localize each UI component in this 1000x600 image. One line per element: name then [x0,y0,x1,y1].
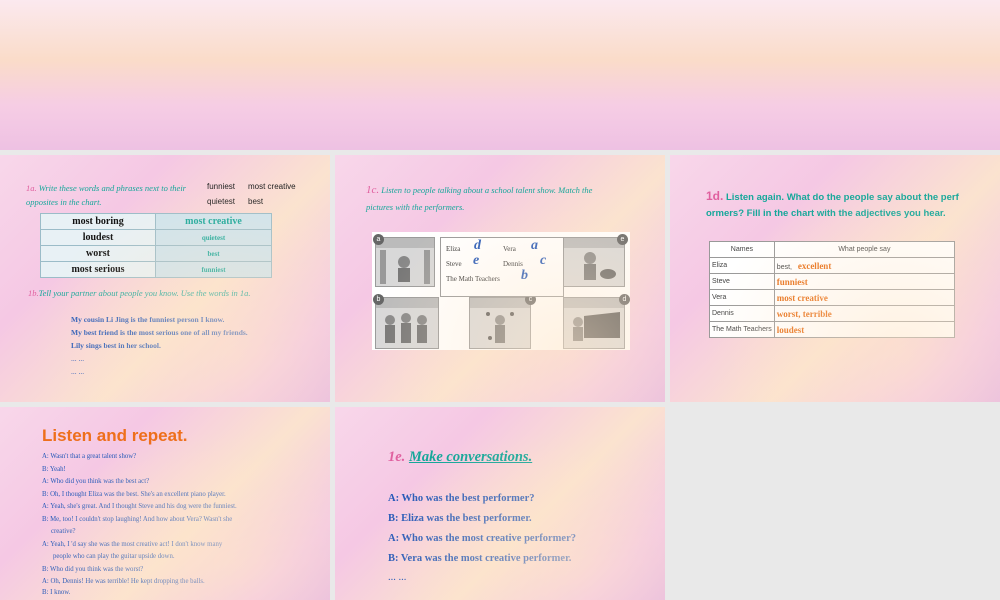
dialogue-line: B: Me, too! I couldn't stop laughing! An… [42,515,233,523]
answer-text: funniest [776,276,808,287]
dialogue-line: A: Who did you think was the best act? [42,478,150,485]
example-sentence: My best friend is the most serious one o… [71,328,248,337]
instruction-line: Tell your partner about people you know.… [38,288,251,298]
opposites-table: most boring most creative loudest quietest… [40,213,272,278]
dialogue-line: A: Oh, Dennis! He was terrible! He kept … [42,578,205,585]
slide-1c[interactable]: 1c. Listen to people talking about a sch… [335,155,665,402]
word-bank-item: funniest [207,182,236,191]
match-answer: d [474,238,481,253]
name-cell: Vera [709,289,775,306]
match-answer: b [521,268,528,283]
dialogue-line: people who can play the guitar upside do… [53,553,175,560]
name-cell: The Math Teachers [709,321,775,338]
answer-text: most creative [776,292,828,303]
picture-c [469,297,531,349]
slide-1a[interactable]: 1a. Write these words and phrases next t… [0,155,330,402]
example-sentence: ... ... [71,367,85,376]
conversation-line: A: Who was the most creative performer? [388,533,576,544]
slide-listen-repeat[interactable]: Listen and repeat. A: Wasn't that a grea… [0,407,330,600]
match-answer: a [531,238,538,253]
slide-1d[interactable]: 1d. Listen again. What do the people say… [670,155,1000,402]
instruction-line: Listen to people talking about a school … [381,185,593,195]
conversation-line: A: Who was the best performer? [388,493,535,504]
dialogue-line: creative? [51,528,76,535]
picture-label: a [373,234,384,245]
table-cell: most boring [40,213,156,230]
performer-name: Dennis [503,260,523,268]
instruction-1d: 1d. Listen again. What do the people say… [706,188,959,222]
exercise-number: 1a. [26,183,37,193]
picture-label: e [617,234,628,245]
conversation-line: B: Eliza was the best performer. [388,513,532,524]
slide-title: Listen and repeat. [42,426,188,445]
match-answer: c [540,253,547,268]
word-bank-item: most creative [248,182,296,191]
instruction-line: Listen again. What do the people say abo… [725,192,959,203]
conversation-line: ... ... [388,572,407,583]
table-cell: loudest [40,229,156,246]
table-cell: most serious [40,261,156,278]
performer-name: Vera [503,245,516,253]
name-cell: Eliza [709,257,775,274]
table-cell: funniest [155,261,272,278]
picture-e [563,237,625,287]
dialogue-line: B: Oh, I thought Eliza was the best. She… [42,490,226,498]
column-header: What people say [773,241,956,258]
slide-title: 1e. Make conversations. [388,449,532,466]
instruction-line: opposites in the chart. [26,197,102,207]
exercise-number: 1d. [706,189,724,203]
dialogue-line: B: Yeah! [42,465,66,473]
answer-text: excellent [797,260,832,271]
exercise-number: 1c. [366,184,380,196]
picture-label: d [619,294,630,305]
name-cell: Dennis [709,305,775,322]
instruction-line: pictures with the performers. [366,202,465,212]
instruction-1c: 1c. Listen to people talking about a sch… [366,182,592,216]
juggler-illustration [470,298,530,343]
conversation-line: B: Vera was the most creative performer. [388,553,572,564]
title-banner [0,0,1000,150]
dialogue-line: A: Wasn't that a great talent show? [42,453,137,460]
instruction-line: Write these words and phrases next to th… [38,183,186,193]
slide-1e[interactable]: 1e. Make conversations. A: Who was the b… [335,407,665,600]
dialogue-line: B: Who did you think was the worst? [42,565,144,573]
table-cell: quietest [155,229,272,246]
magician-illustration [376,238,434,284]
performer-names-box: Eliza d Vera a Steve e Dennis c The Math… [440,237,564,297]
match-answer: e [473,253,480,268]
dialogue-line: B: I know. [42,589,71,596]
performer-name: Steve [446,260,462,268]
table-cell: most creative [155,213,272,230]
teachers-band-illustration [376,298,438,343]
word-bank-item: best [248,197,264,206]
title-text: Make conversations. [408,449,533,465]
adjectives-chart: Names What people say Eliza best, excelle… [709,241,956,338]
piano-illustration [564,298,624,341]
instruction-1b: 1b.Tell your partner about people you kn… [28,288,251,298]
exercise-number: 1b. [28,288,39,298]
example-sentence: My cousin Li Jing is the funniest person… [71,315,225,324]
performer-name: The Math Teachers [446,275,500,283]
example-sentence: Lily sings best in her school. [71,341,161,350]
picture-a [375,237,435,287]
picture-d [563,297,625,349]
example-sentence: ... ... [71,354,85,363]
column-header: Names [709,241,775,258]
picture-b [375,297,439,349]
instruction-1a: 1a. Write these words and phrases next t… [26,181,186,209]
man-and-dog-illustration [564,238,624,280]
prefix-text: best, [776,263,792,271]
picture-label: b [373,294,384,305]
name-cell: Steve [709,273,775,290]
table-cell: worst [40,245,156,262]
exercise-number: 1e. [388,449,406,465]
instruction-line: ormers? Fill in the chart with the adjec… [706,208,946,219]
performer-name: Eliza [446,245,461,253]
answer-text: worst, terrible [776,308,832,319]
dialogue-line: A: Yeah, she's great. And I thought Stev… [42,503,237,510]
answer-text: loudest [776,324,805,335]
dialogue-line: A: Yeah, I 'd say she was the most creat… [42,540,223,548]
word-bank-item: quietest [207,197,236,206]
table-cell: best [155,245,272,262]
